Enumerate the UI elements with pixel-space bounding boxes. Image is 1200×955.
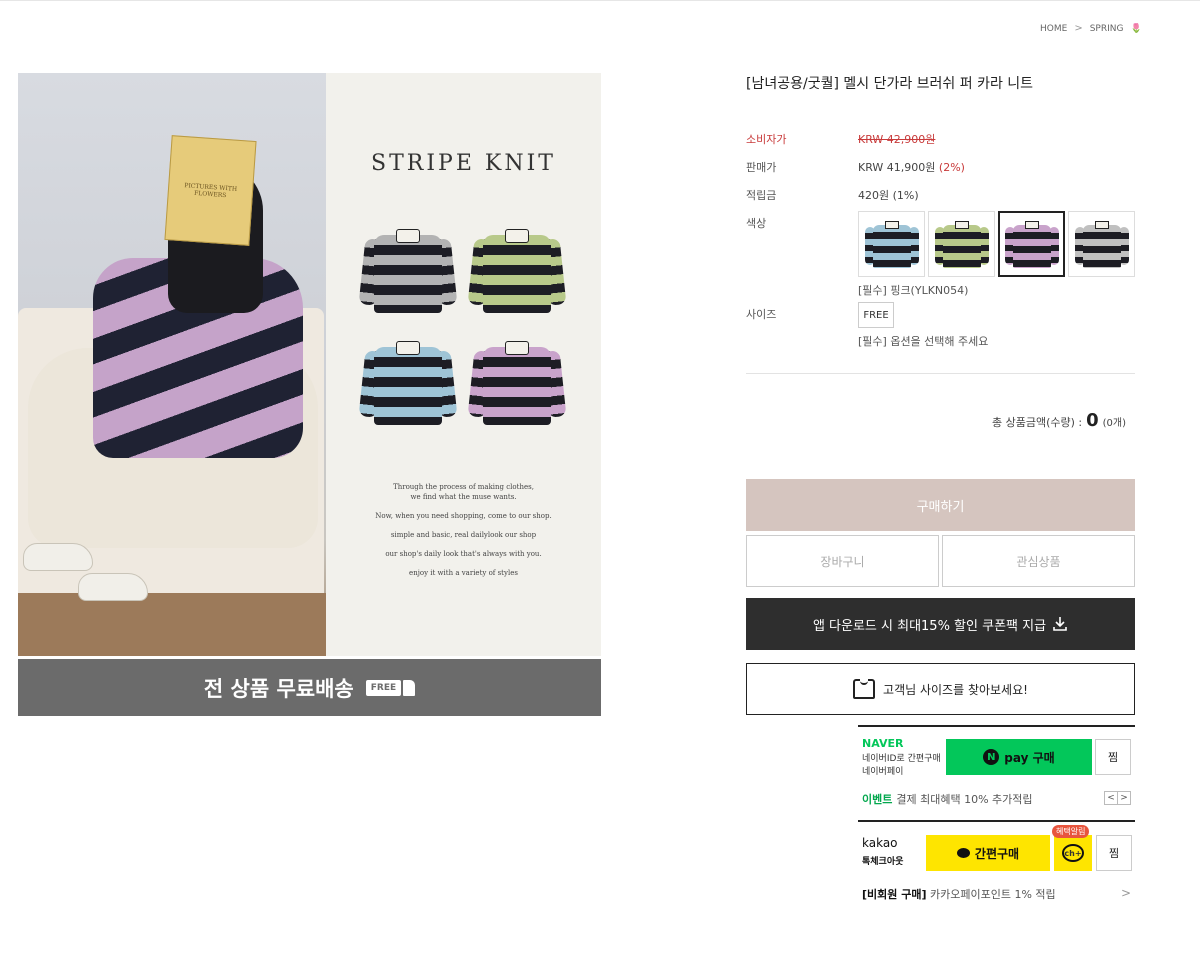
free-shipping-banner: 전 상품 무료배송 FREE [18, 659, 601, 716]
non-member-purchase: [비회원 구매] 카카오페이포인트 1% 적립 [862, 888, 1056, 901]
speech-bubble-icon [956, 848, 970, 858]
naver-zzim-button[interactable]: 찜 [1095, 739, 1131, 775]
total-count: (0개) [1102, 418, 1126, 429]
discount-rate: (2%) [938, 161, 965, 174]
kakao-zzim-button[interactable]: 찜 [1096, 835, 1132, 871]
swatch-grey[interactable] [1068, 211, 1135, 277]
divider [746, 373, 1135, 374]
download-icon [1053, 617, 1067, 631]
size-finder-button[interactable]: 고객님 사이즈를 찾아보세요! [746, 663, 1135, 715]
chevron-right-icon: > [1074, 23, 1083, 34]
swatch-pink[interactable] [998, 211, 1065, 277]
size-label: 사이즈 [746, 308, 777, 321]
naver-n-icon: N [983, 749, 1000, 765]
color-label: 색상 [746, 217, 767, 230]
chevron-right-icon[interactable]: > [1117, 791, 1131, 805]
flower-icon: 🌷 [1130, 23, 1142, 34]
sweater-blue-image [358, 335, 458, 427]
truck-icon: FREE [365, 679, 416, 696]
event-pager: < > [1104, 791, 1131, 805]
naver-pay-section: NAVER 네이버ID로 간편구매 네이버페이 N pay 구매 찜 이벤트 결제… [858, 725, 1135, 806]
sweater-blue-grey-image [358, 223, 458, 315]
size-required-note: [필수] 옵션을 선택해 주세요 [858, 335, 989, 348]
product-title: [남녀공용/굿퀄] 멜시 단가라 브러쉬 퍼 카라 니트 [746, 76, 1034, 92]
breadcrumb-home[interactable]: HOME [1040, 24, 1067, 34]
kakao-pay-button[interactable]: 간편구매 [926, 835, 1050, 871]
app-download-coupon-button[interactable]: 앱 다운로드 시 최대15% 할인 쿠폰팩 지급 [746, 598, 1135, 650]
stripe-knit-panel: STRIPE KNIT Through the process of makin… [326, 73, 601, 656]
breadcrumb: HOME > SPRING 🌷 [1040, 23, 1142, 34]
panel-title: STRIPE KNIT [371, 151, 556, 176]
points-value: 420원 (1%) [858, 189, 919, 202]
total-price: 총 상품금액(수량) : 0 (0개) [991, 410, 1126, 431]
kakao-logo: kakao [862, 836, 898, 850]
naver-line1: 네이버ID로 간편구매 [862, 754, 941, 764]
total-value: 0 [1086, 410, 1099, 431]
swatch-green[interactable] [928, 211, 995, 277]
sweater-pink-image [467, 335, 567, 427]
naver-logo: NAVER [862, 737, 904, 750]
sweater-green-image [467, 223, 567, 315]
swatch-blue[interactable] [858, 211, 925, 277]
kakao-channel-button[interactable]: ch+ [1054, 835, 1092, 871]
naver-line2: 네이버페이 [862, 767, 904, 777]
chevron-right-icon[interactable]: > [1121, 886, 1131, 900]
wishlist-button[interactable]: 관심상품 [942, 535, 1135, 587]
buy-now-button[interactable]: 구매하기 [746, 479, 1135, 531]
add-to-cart-button[interactable]: 장바구니 [746, 535, 939, 587]
color-swatches [858, 211, 1135, 277]
sale-price-label: 판매가 [746, 161, 777, 174]
tshirt-icon [853, 678, 876, 699]
kakao-checkout-label: 톡체크아웃 [862, 857, 904, 867]
points-label: 적립금 [746, 189, 777, 202]
kakao-checkout-section: kakao 톡체크아웃 간편구매 ch+ 혜택알림 찜 [비회원 구매] 카카오… [858, 820, 1135, 901]
size-option-free[interactable]: FREE [858, 302, 894, 328]
product-visual: PICTURES WITH FLOWERS STRIPE KNIT Throug… [18, 73, 601, 716]
chevron-left-icon[interactable]: < [1104, 791, 1118, 805]
breadcrumb-spring[interactable]: SPRING [1090, 24, 1124, 34]
model-photo: PICTURES WITH FLOWERS [18, 73, 326, 656]
book-image: PICTURES WITH FLOWERS [164, 135, 257, 246]
benefit-alert-badge: 혜택알림 [1052, 825, 1090, 838]
consumer-price: KRW 42,900원 [858, 133, 936, 146]
naver-pay-button[interactable]: N pay 구매 [946, 739, 1092, 775]
color-selected-note: [필수] 핑크(YLKN054) [858, 284, 969, 297]
sale-price: KRW 41,900원 (2%) [858, 161, 965, 174]
brand-copy: Through the process of making clothes, w… [375, 483, 552, 577]
channel-icon: ch+ [1062, 844, 1084, 862]
naver-event: 이벤트 결제 최대혜택 10% 추가적립 [862, 793, 1033, 806]
top-divider [0, 0, 1200, 1]
consumer-price-label: 소비자가 [746, 133, 787, 146]
free-shipping-text: 전 상품 무료배송 [203, 676, 354, 701]
